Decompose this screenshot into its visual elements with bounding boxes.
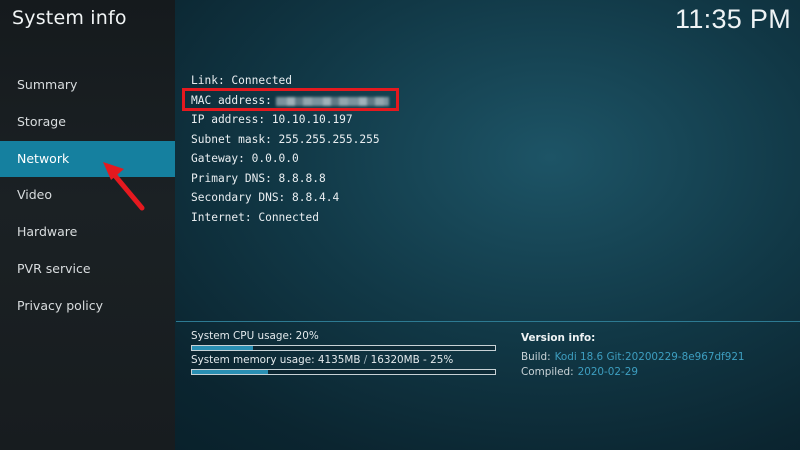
sidebar-item-pvr-service[interactable]: PVR service (0, 251, 175, 288)
sidebar-item-storage[interactable]: Storage (0, 104, 175, 141)
compiled-label: Compiled: (521, 366, 574, 378)
cpu-usage-label: System CPU usage: 20% (191, 330, 319, 342)
page-title: System info (12, 7, 127, 29)
main-panel: 11:35 PM (175, 0, 800, 450)
memory-usage-bar (191, 369, 496, 375)
memory-total: 16320MB - 25% (370, 354, 454, 366)
primary-dns: Primary DNS: 8.8.8.8 (191, 172, 326, 185)
ip-address: IP address: 10.10.10.197 (191, 113, 353, 126)
compiled-row: Compiled: 2020-02-29 (521, 366, 638, 378)
memory-used: System memory usage: 4135MB (191, 354, 361, 366)
cpu-usage-fill (192, 346, 253, 350)
clock: 11:35 PM (675, 4, 791, 34)
section-divider (176, 321, 800, 322)
build-label: Build: (521, 351, 551, 363)
build-value: Kodi 18.6 Git:20200229-8e967df921 (554, 351, 745, 363)
sidebar-item-hardware[interactable]: Hardware (0, 214, 175, 251)
link-status: Link: Connected (191, 74, 293, 87)
compiled-value: 2020-02-29 (577, 366, 638, 378)
memory-usage-fill (192, 370, 268, 374)
memory-separator: / (363, 354, 368, 366)
secondary-dns: Secondary DNS: 8.8.4.4 (191, 191, 340, 204)
subnet-mask: Subnet mask: 255.255.255.255 (191, 133, 380, 146)
version-info-title: Version info: (521, 332, 596, 344)
memory-usage-label: System memory usage: 4135MB / 16320MB - … (191, 354, 453, 366)
cpu-usage-bar (191, 345, 496, 351)
sidebar-item-privacy-policy[interactable]: Privacy policy (0, 288, 175, 325)
red-arrow-icon (103, 162, 145, 211)
build-row: Build: Kodi 18.6 Git:20200229-8e967df921 (521, 351, 745, 363)
internet-status: Internet: Connected (191, 211, 319, 224)
mac-highlight-box (182, 88, 399, 111)
sidebar-item-summary[interactable]: Summary (0, 67, 175, 104)
gateway: Gateway: 0.0.0.0 (191, 152, 299, 165)
sidebar: System info Summary Storage Network Vide… (0, 0, 175, 450)
